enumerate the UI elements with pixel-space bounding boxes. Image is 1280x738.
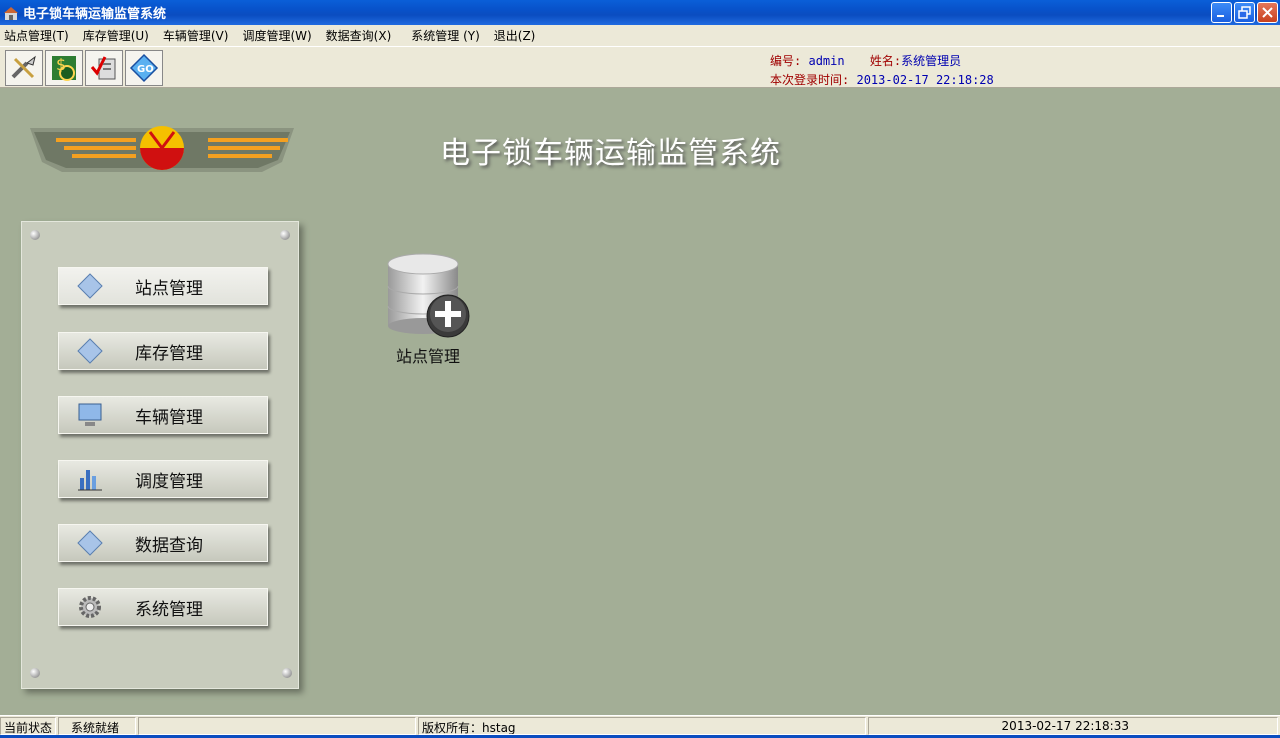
tools-icon — [11, 55, 36, 79]
menu-station[interactable]: 站点管理(T) — [4, 27, 69, 44]
user-id-value: admin — [808, 54, 845, 68]
close-button[interactable] — [1257, 2, 1278, 23]
nav-system-button[interactable]: 系统管理 — [58, 588, 268, 626]
menu-dispatch[interactable]: 调度管理(W) — [242, 27, 311, 44]
toolbar-go-button[interactable]: GO — [125, 50, 163, 86]
nav-panel: 站点管理 库存管理 车辆管理 调度管理 数据查询 系统管理 — [21, 221, 299, 689]
diamond-icon — [75, 336, 105, 366]
window-title: 电子锁车辆运输监管系统 — [23, 7, 167, 22]
checklist-icon — [90, 56, 116, 80]
monitor-icon — [75, 400, 105, 430]
nav-dispatch-label: 调度管理 — [135, 471, 203, 492]
status-time: 2013-02-17 22:18:33 — [868, 717, 1278, 735]
screw-icon — [282, 668, 292, 678]
minimize-button[interactable] — [1211, 2, 1232, 23]
user-id-label: 编号: — [770, 54, 802, 68]
nav-vehicle-button[interactable]: 车辆管理 — [58, 396, 268, 434]
menu-bar: 站点管理(T) 库存管理(U) 车辆管理(V) 调度管理(W) 数据查询(X) … — [0, 25, 1280, 46]
diamond-icon — [75, 528, 105, 558]
login-time-value: 2013-02-17 22:18:28 — [856, 73, 994, 87]
status-empty-cell — [138, 717, 416, 735]
station-shortcut-label: 站点管理 — [395, 347, 460, 366]
nav-system-label: 系统管理 — [135, 599, 203, 620]
screw-icon — [280, 230, 290, 240]
company-logo — [30, 122, 294, 174]
menu-inventory[interactable]: 库存管理(U) — [83, 27, 149, 44]
nav-dispatch-button[interactable]: 调度管理 — [58, 460, 268, 498]
toolbar-tools-button[interactable] — [5, 50, 43, 86]
toolbar: $ GO 编号: admin 姓名:系统管理员 本次登录时间: 2013-02-… — [0, 46, 1280, 88]
svg-text:GO: GO — [137, 64, 154, 75]
user-name-value: 系统管理员 — [901, 54, 962, 68]
status-state-label: 当前状态 — [0, 717, 56, 735]
menu-exit[interactable]: 退出(Z) — [494, 27, 536, 44]
chart-icon — [75, 464, 105, 494]
user-info: 编号: admin 姓名:系统管理员 本次登录时间: 2013-02-17 22… — [770, 52, 994, 90]
nav-query-button[interactable]: 数据查询 — [58, 524, 268, 562]
toolbar-money-button[interactable]: $ — [45, 50, 83, 86]
restore-button[interactable] — [1234, 2, 1255, 23]
login-time-label: 本次登录时间: — [770, 73, 850, 87]
diamond-icon — [75, 271, 105, 301]
user-name-label: 姓名: — [869, 54, 902, 68]
nav-station-label: 站点管理 — [135, 278, 203, 299]
station-shortcut[interactable]: 站点管理 — [380, 250, 476, 367]
money-icon: $ — [52, 55, 76, 81]
status-copyright: 版权所有：hstag — [418, 717, 866, 735]
nav-station-button[interactable]: 站点管理 — [58, 267, 268, 305]
nav-inventory-label: 库存管理 — [135, 343, 203, 364]
go-icon: GO — [129, 53, 159, 83]
nav-inventory-button[interactable]: 库存管理 — [58, 332, 268, 370]
status-state-value: 系统就绪 — [58, 717, 136, 735]
page-title: 电子锁车辆运输监管系统 — [440, 136, 781, 171]
gear-icon — [75, 592, 105, 622]
menu-system[interactable]: 系统管理 (Y) — [411, 27, 480, 44]
menu-vehicle[interactable]: 车辆管理(V) — [163, 27, 229, 44]
title-bar: 电子锁车辆运输监管系统 — [0, 0, 1280, 25]
screw-icon — [30, 230, 40, 240]
database-add-icon — [387, 253, 470, 338]
menu-query[interactable]: 数据查询(X) — [326, 27, 392, 44]
screw-icon — [30, 668, 40, 678]
svg-text:$: $ — [56, 55, 66, 74]
toolbar-checklist-button[interactable] — [85, 50, 123, 86]
app-icon — [3, 5, 19, 21]
status-bar: 当前状态 系统就绪 版权所有：hstag 2013-02-17 22:18:33 — [0, 715, 1280, 735]
nav-vehicle-label: 车辆管理 — [135, 407, 203, 428]
nav-query-label: 数据查询 — [135, 535, 203, 556]
